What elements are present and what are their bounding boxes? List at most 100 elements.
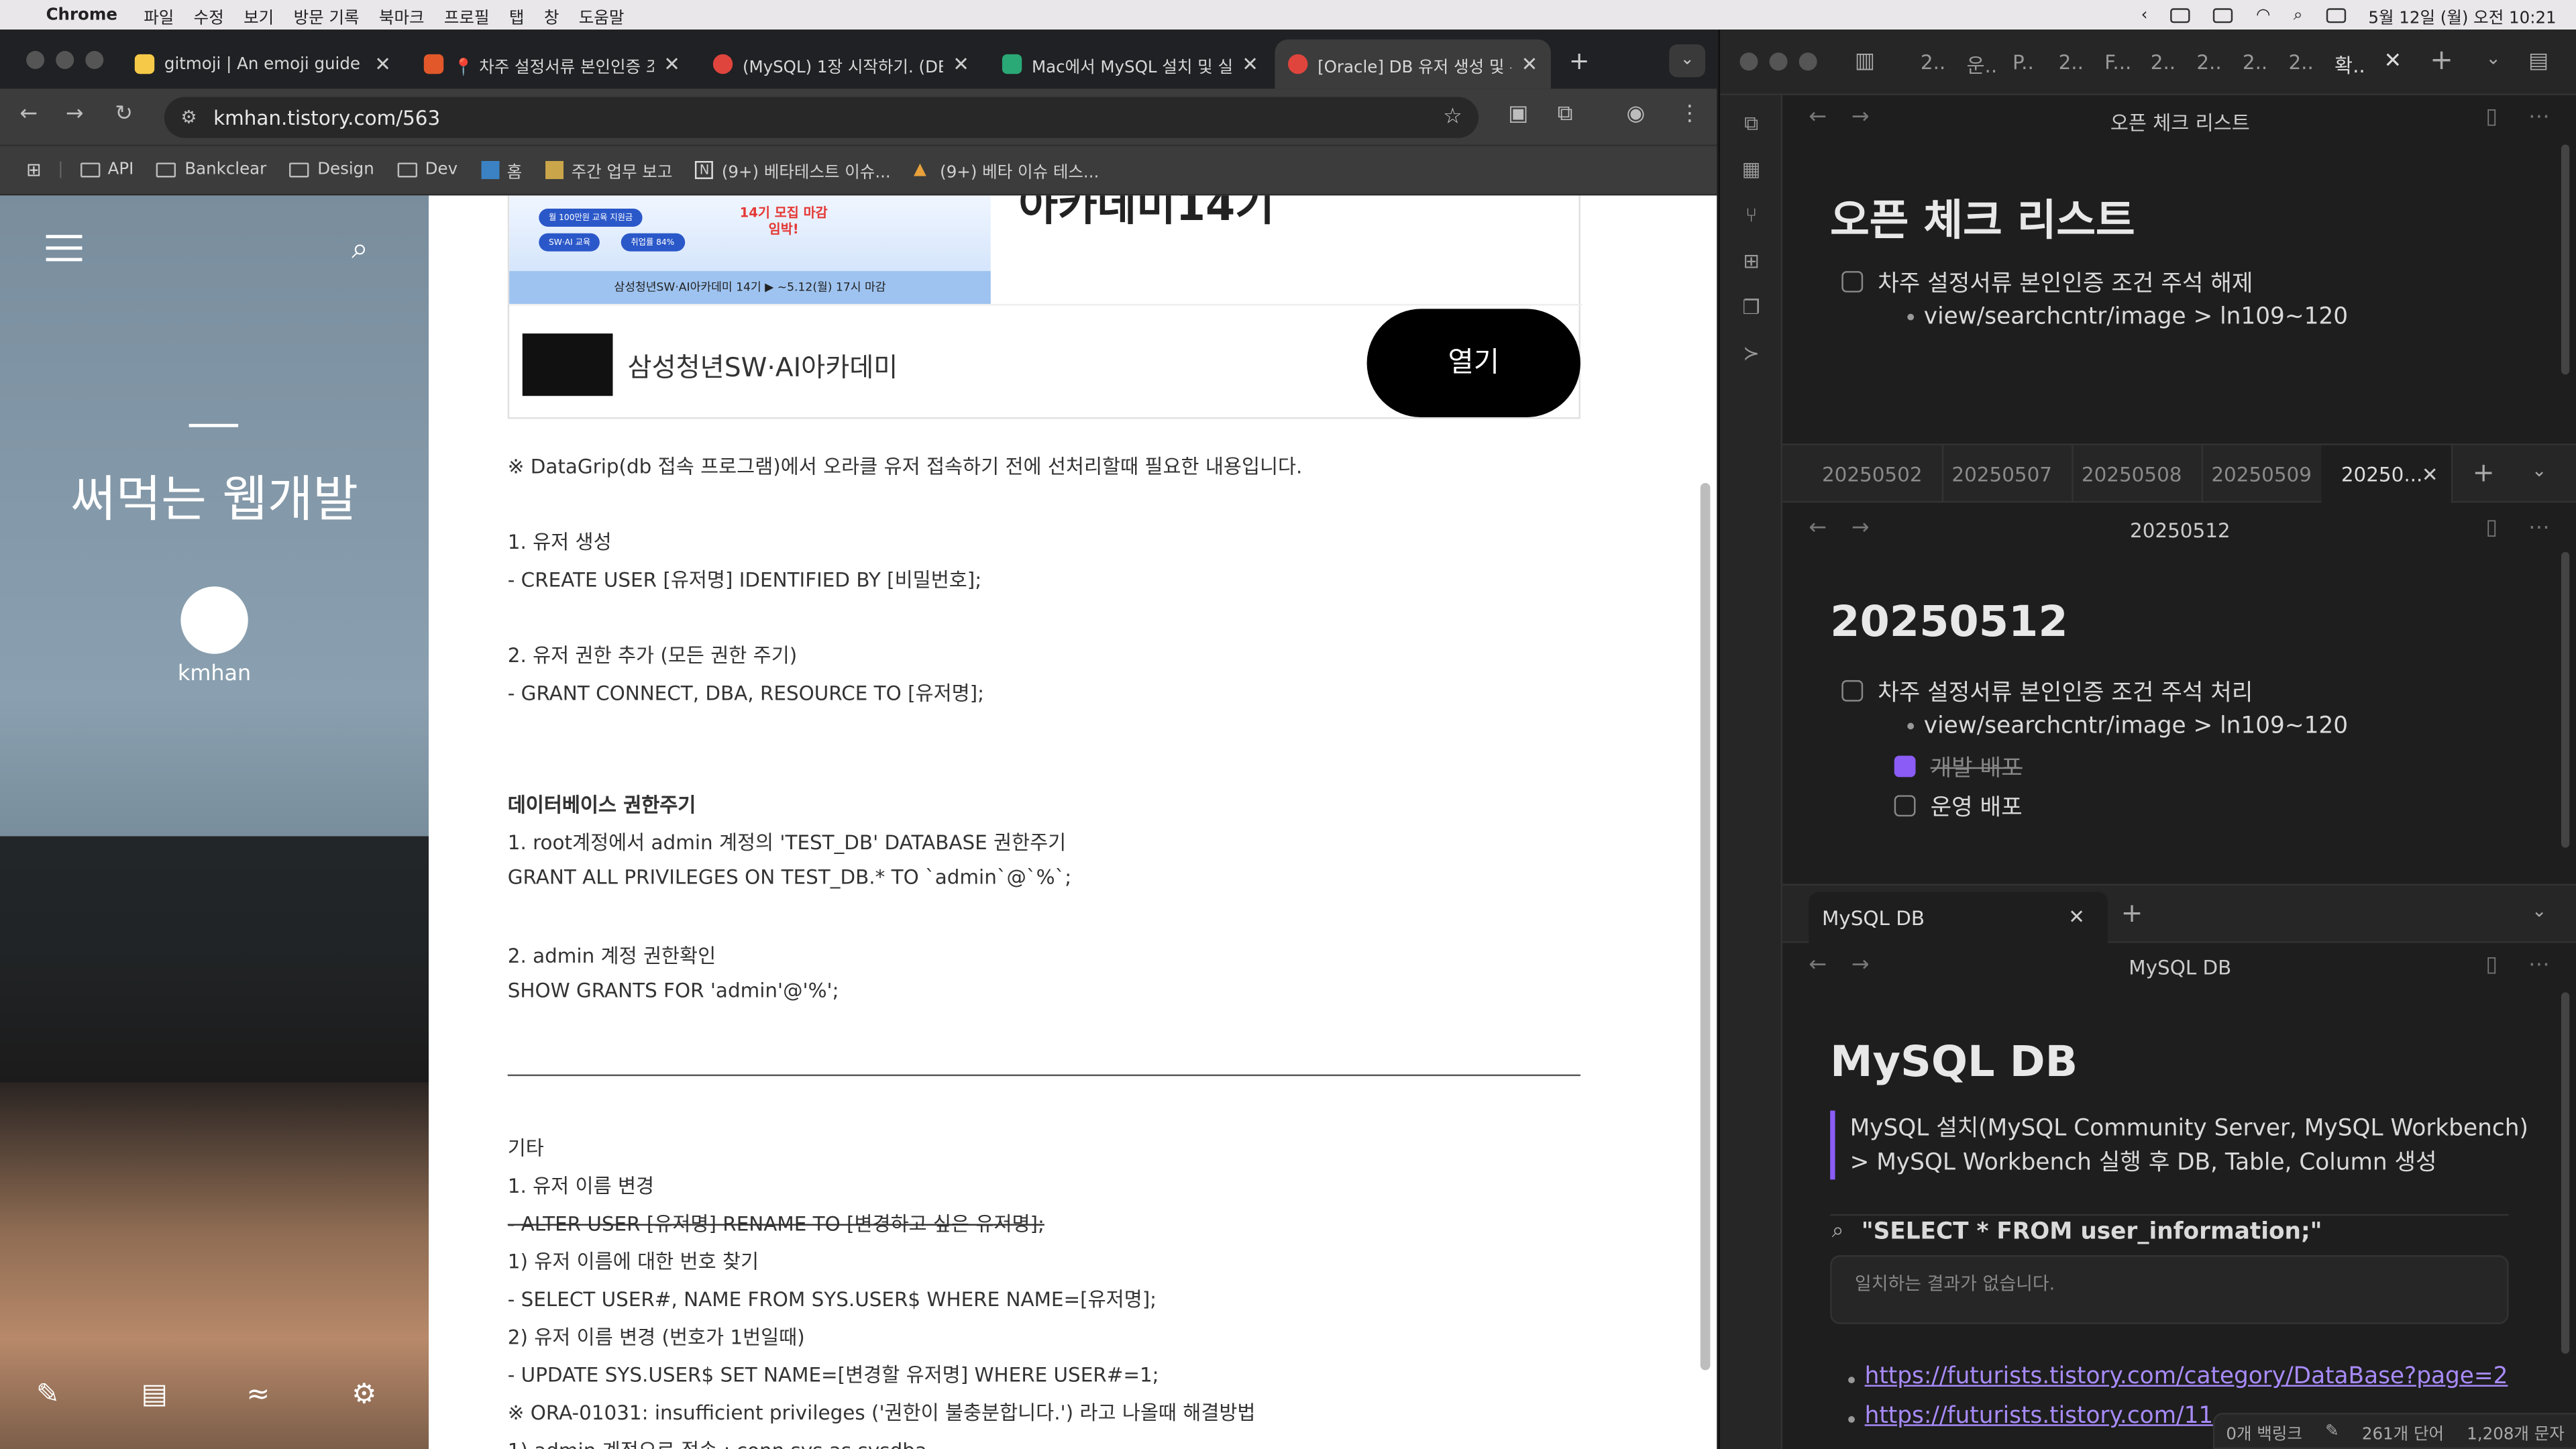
- zoom-window-button[interactable]: [85, 50, 104, 69]
- menu-bookmarks[interactable]: 북마크: [379, 3, 425, 27]
- terminal-icon[interactable]: ≻: [1738, 341, 1764, 364]
- bookmark-link[interactable]: N (9+) 베타테스트 이슈...: [695, 158, 891, 182]
- control-center-icon[interactable]: [2325, 7, 2346, 23]
- blog-title[interactable]: 써먹는 웹개발: [0, 458, 429, 531]
- battery-icon[interactable]: [2170, 7, 2191, 23]
- obsidian-tab[interactable]: 2..: [2243, 51, 2267, 74]
- zoom-window-button[interactable]: [1799, 52, 1817, 71]
- bookmark-link[interactable]: 홈: [480, 158, 522, 182]
- daily-tab[interactable]: 20250502: [1803, 445, 1944, 504]
- new-tab-button[interactable]: +: [2473, 457, 2495, 488]
- chevron-left-icon[interactable]: ‹: [2141, 6, 2148, 24]
- browser-tab[interactable]: gitmoji | An emoji guide fo ✕: [121, 40, 404, 89]
- bookmark-folder[interactable]: Design: [289, 161, 374, 179]
- daily-tab[interactable]: 20250509: [2192, 445, 2333, 504]
- close-tab-icon[interactable]: ✕: [2068, 905, 2085, 928]
- bookmark-folder[interactable]: Bankclear: [156, 161, 266, 179]
- calendar-icon[interactable]: ▦: [1738, 158, 1764, 180]
- new-tab-button[interactable]: +: [2121, 897, 2143, 928]
- spotlight-icon[interactable]: ⌕: [2294, 6, 2303, 24]
- forward-icon[interactable]: →: [66, 102, 84, 127]
- close-tab-icon[interactable]: ✕: [2383, 49, 2402, 74]
- menubar-clock[interactable]: 5월 12일 (월) 오전 10:21: [2368, 3, 2556, 27]
- rss-icon[interactable]: ≈: [246, 1379, 270, 1411]
- obsidian-tab[interactable]: 2..: [2288, 51, 2313, 74]
- reload-icon[interactable]: ↻: [115, 102, 133, 127]
- chevron-down-icon[interactable]: ⌄: [2532, 460, 2547, 482]
- daily-tab[interactable]: 20250507: [1932, 445, 2074, 504]
- task-checkbox[interactable]: [1841, 680, 1864, 702]
- close-tab-icon[interactable]: ✕: [1521, 52, 1538, 75]
- obsidian-tab[interactable]: 2..: [2151, 51, 2176, 74]
- hamburger-menu-icon[interactable]: [46, 235, 83, 262]
- pane-scrollbar[interactable]: [2561, 992, 2570, 1354]
- menu-view[interactable]: 보기: [244, 3, 274, 27]
- address-bar[interactable]: ⚙ kmhan.tistory.com/563 ☆: [164, 97, 1479, 138]
- pane-scrollbar[interactable]: [2561, 551, 2570, 848]
- obsidian-tab[interactable]: P..: [2012, 51, 2034, 74]
- menu-window[interactable]: 창: [544, 3, 559, 27]
- menu-app-name[interactable]: Chrome: [46, 6, 117, 24]
- blog-username[interactable]: kmhan: [0, 662, 429, 687]
- daily-tab[interactable]: 20250508: [2061, 445, 2204, 504]
- close-tab-icon[interactable]: ✕: [2422, 464, 2438, 486]
- browser-tab-active[interactable]: [Oracle] DB 유저 생성 및 유 ✕: [1275, 39, 1551, 89]
- mysql-tab-active[interactable]: MySQL DB ✕: [1809, 892, 2108, 945]
- minimize-window-button[interactable]: [56, 50, 74, 69]
- site-settings-icon[interactable]: ⚙: [180, 107, 197, 128]
- menu-profile[interactable]: 프로필: [444, 3, 490, 27]
- close-tab-icon[interactable]: ✕: [1242, 52, 1258, 75]
- profile-icon[interactable]: ◉: [1627, 102, 1646, 127]
- write-pencil-icon[interactable]: ✎: [36, 1379, 60, 1411]
- obsidian-tab[interactable]: 운..: [1966, 51, 1997, 79]
- task-checkbox[interactable]: [1841, 271, 1864, 292]
- back-icon[interactable]: ←: [19, 102, 38, 127]
- chevron-down-icon[interactable]: ⌄: [2532, 900, 2547, 922]
- input-source-icon[interactable]: [2213, 7, 2233, 23]
- settings-gear-icon[interactable]: ⚙: [352, 1379, 376, 1411]
- close-window-button[interactable]: [1739, 52, 1758, 71]
- extensions-icon[interactable]: ⧉: [1558, 102, 1573, 127]
- menu-kebab-icon[interactable]: ⋮: [1679, 102, 1701, 127]
- graph-view-icon[interactable]: ⑂: [1738, 204, 1764, 227]
- canvas-icon[interactable]: ⊞: [1738, 250, 1764, 272]
- close-tab-icon[interactable]: ✕: [663, 52, 680, 75]
- browser-tab[interactable]: (MySQL) 1장 시작하기. (DB ✕: [700, 40, 982, 89]
- obsidian-tab[interactable]: F...: [2104, 51, 2131, 74]
- ad-card[interactable]: 월 100만원 교육 지원금 SW·AI 교육 취업률 84% 14기 모집 마…: [507, 195, 1582, 419]
- right-sidebar-toggle-icon[interactable]: ▤: [2528, 49, 2548, 74]
- menu-file[interactable]: 파일: [144, 3, 174, 27]
- avatar[interactable]: [180, 586, 248, 654]
- more-options-icon[interactable]: ⋯: [2528, 516, 2550, 541]
- camera-icon[interactable]: ▣: [1508, 102, 1528, 127]
- search-icon[interactable]: ⌕: [352, 231, 368, 266]
- reading-view-icon[interactable]: ▯: [2485, 516, 2498, 541]
- browser-tab[interactable]: Mac에서 MySQL 설치 및 실 ✕: [989, 40, 1271, 89]
- browser-tab[interactable]: 📍 차주 설정서류 본인인증 조 ✕: [411, 40, 693, 89]
- new-tab-button[interactable]: +: [1569, 46, 1590, 76]
- chevron-down-icon[interactable]: ⌄: [2485, 48, 2501, 69]
- bookmark-folder[interactable]: Dev: [397, 161, 458, 179]
- external-link[interactable]: https://futurists.tistory.com/category/D…: [1865, 1364, 2508, 1390]
- more-options-icon[interactable]: ⋯: [2528, 953, 2550, 977]
- tab-search-button[interactable]: ⌄: [1669, 44, 1706, 78]
- ad-open-button[interactable]: 열기: [1366, 309, 1580, 418]
- obsidian-tab-active[interactable]: 확..: [2334, 51, 2365, 79]
- wifi-icon[interactable]: ◠: [2256, 6, 2270, 24]
- bookmark-link[interactable]: ▲ (9+) 베타 이슈 테스...: [914, 158, 1099, 182]
- close-tab-icon[interactable]: ✕: [953, 52, 969, 75]
- page-scrollbar[interactable]: [1700, 483, 1711, 1371]
- obsidian-tab[interactable]: 2..: [2196, 51, 2221, 74]
- reading-view-icon[interactable]: ▯: [2485, 953, 2498, 977]
- menu-help[interactable]: 도움말: [579, 3, 625, 27]
- guestbook-icon[interactable]: ▤: [142, 1379, 168, 1411]
- close-tab-icon[interactable]: ✕: [374, 52, 391, 75]
- sidebar-toggle-icon[interactable]: ▥: [1855, 49, 1875, 74]
- menu-tab[interactable]: 탭: [509, 3, 525, 27]
- bookmark-folder[interactable]: API: [80, 161, 133, 179]
- close-window-button[interactable]: [26, 50, 45, 69]
- minimize-window-button[interactable]: [1769, 52, 1788, 71]
- obsidian-tab[interactable]: 2..: [2059, 51, 2084, 74]
- reading-view-icon[interactable]: ▯: [2485, 105, 2498, 130]
- pane-scrollbar[interactable]: [2561, 144, 2570, 375]
